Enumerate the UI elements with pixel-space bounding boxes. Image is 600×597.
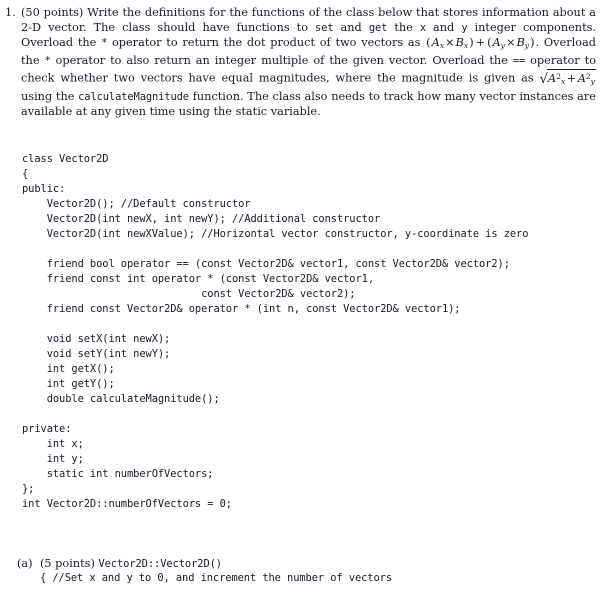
code-line: void setY(int newY);: [22, 348, 171, 360]
variable-A-x: A: [431, 35, 440, 49]
problem-1: 1. (50 points) Write the definitions for…: [0, 6, 600, 120]
problem-text-part-2: and: [333, 20, 369, 34]
subitem-a-heading: (5 points) Vector2D::Vector2D(): [40, 556, 600, 572]
code-line: int Vector2D::numberOfVectors = 0;: [22, 498, 232, 510]
class-definition-code-block: class Vector2D { public: Vector2D(); //Def…: [22, 152, 529, 512]
subitem-a-label: (a): [17, 557, 33, 570]
times-operator-1: ×: [445, 35, 455, 49]
magnitude-formula: √A2x + A2y: [540, 68, 596, 90]
code-line: public:: [22, 183, 66, 195]
code-line: friend const int operator * (const Vecto…: [22, 273, 375, 285]
code-line: int x;: [22, 438, 84, 450]
keyword-set: set: [315, 21, 334, 34]
variable-B-y: B: [516, 35, 525, 49]
code-line: };: [22, 483, 35, 495]
radicand: A2x + A2y: [547, 68, 596, 90]
subitem-a: (a) (5 points) Vector2D::Vector2D() { //…: [0, 556, 600, 584]
problem-text-part-8: operator to also return an integer multi…: [50, 53, 513, 67]
code-line: int getY();: [22, 378, 115, 390]
code-line: int getX();: [22, 363, 115, 375]
code-line: int y;: [22, 453, 84, 465]
plus-operator-magnitude: +: [566, 72, 577, 86]
code-line: void setX(int newX);: [22, 333, 171, 345]
times-operator-2: ×: [506, 35, 516, 49]
dot-product-formula: (Ax×Bx) + (Ay×By): [425, 35, 535, 50]
problem-text-part-4: and: [426, 20, 462, 34]
problem-text-part-3: the: [387, 20, 420, 34]
code-line: Vector2D(); //Default constructor: [22, 198, 251, 210]
code-line: class Vector2D: [22, 153, 109, 165]
keyword-calculate-magnitude: calculateMagnitude: [78, 90, 189, 103]
code-line: friend const Vector2D& operator * (int n…: [22, 303, 461, 315]
code-line: const Vector2D& vector2);: [22, 288, 356, 300]
code-line: {: [22, 168, 29, 180]
keyword-equality-operator: ==: [512, 54, 526, 67]
subitem-a-signature: Vector2D::Vector2D(): [98, 558, 222, 570]
variable-B-x: B: [455, 35, 464, 49]
code-line: friend bool operator == (const Vector2D&…: [22, 258, 510, 270]
code-line: Vector2D(int newX, int newY); //Addition…: [22, 213, 381, 225]
code-line: private:: [22, 423, 72, 435]
code-line: double calculateMagnitude();: [22, 393, 220, 405]
paren-close-1: ): [469, 35, 474, 49]
plus-operator: +: [475, 35, 486, 49]
variable-A-term1: A: [548, 72, 557, 86]
subitem-a-points: (5 points): [40, 557, 95, 570]
problem-number: 1.: [5, 6, 16, 19]
problem-text-part-6: operator to return the dot product of tw…: [107, 35, 426, 49]
subitem-a-code-line: { //Set x and y to 0, and increment the …: [40, 572, 393, 584]
variable-A-y: A: [492, 35, 501, 49]
keyword-get: get: [368, 21, 388, 34]
variable-A-term2: A: [577, 72, 586, 86]
problem-text-part-10: using the: [21, 89, 79, 103]
subscript-y-term2: y: [590, 77, 595, 87]
code-line: Vector2D(int newXValue); //Horizontal ve…: [22, 228, 529, 240]
document-page: 1. (50 points) Write the definitions for…: [0, 0, 600, 597]
code-line: static int numberOfVectors;: [22, 468, 214, 480]
problem-statement-text: (50 points) Write the definitions for th…: [21, 6, 596, 120]
